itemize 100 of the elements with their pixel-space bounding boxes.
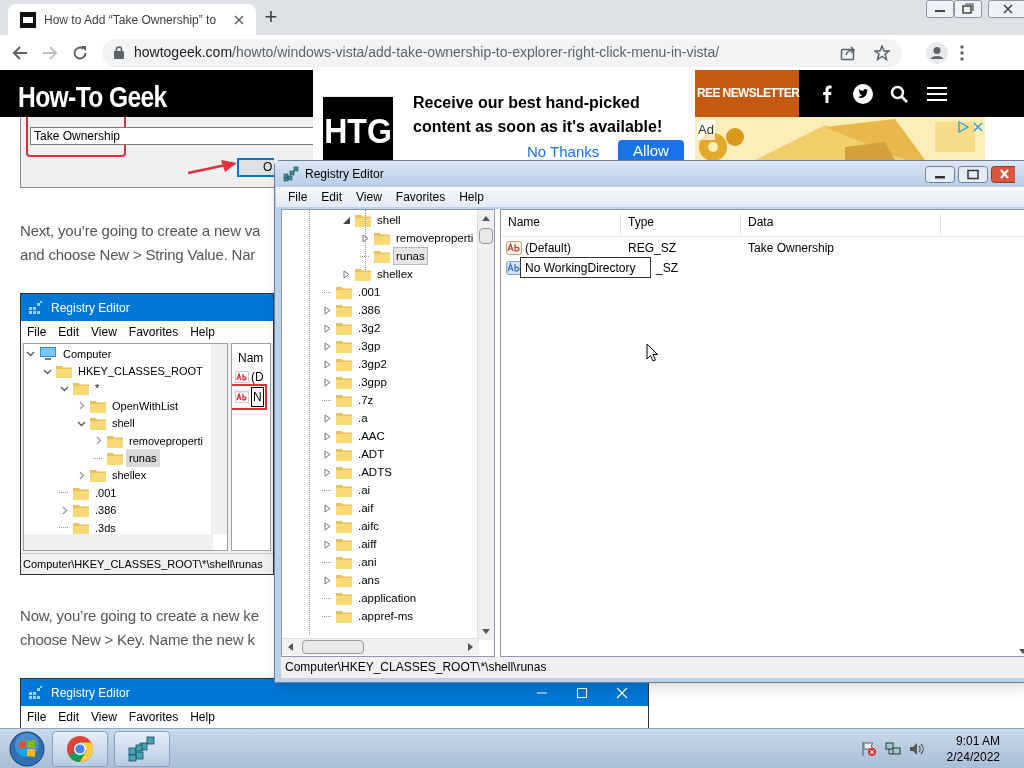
tree-item[interactable]: .7z <box>355 391 377 409</box>
menu-item[interactable]: File <box>27 708 47 726</box>
tree-item[interactable]: OpenWithList <box>109 396 182 415</box>
expand-arrow-icon[interactable] <box>322 449 332 459</box>
menu-item[interactable]: Favorites <box>128 708 179 726</box>
tree-item[interactable]: .ai <box>355 481 374 499</box>
reload-icon[interactable] <box>72 44 88 61</box>
facebook-icon[interactable] <box>822 85 832 103</box>
close-icon[interactable] <box>234 14 244 25</box>
clock[interactable]: 9:01 AM 2/24/2022 <box>946 732 1000 765</box>
tree-item[interactable]: .ADT <box>355 445 388 463</box>
star-icon[interactable] <box>874 44 890 61</box>
menu-item[interactable]: Help <box>190 323 215 341</box>
start-button-icon[interactable] <box>8 729 46 768</box>
expand-arrow-icon[interactable] <box>322 305 332 315</box>
close-icon[interactable] <box>988 0 1024 18</box>
tree-item[interactable]: runas <box>126 449 160 468</box>
menu-item[interactable]: View <box>91 323 117 341</box>
expand-arrow-icon[interactable] <box>322 575 332 585</box>
expand-arrow-icon[interactable] <box>322 431 332 441</box>
restore-icon[interactable] <box>954 0 982 18</box>
tree-item[interactable]: .aifc <box>355 517 383 535</box>
more-icon[interactable] <box>960 44 964 61</box>
tree-item[interactable]: HKEY_CLASSES_ROOT <box>75 362 206 381</box>
scroll-right-icon[interactable] <box>468 643 473 651</box>
tree-item[interactable]: .application <box>355 589 420 607</box>
menu-item[interactable]: File <box>27 323 47 341</box>
menu-item[interactable]: Favorites <box>395 188 446 206</box>
expand-arrow-icon[interactable] <box>341 269 351 279</box>
scrollbar-thumb[interactable] <box>479 228 493 244</box>
menu-item[interactable]: Edit <box>58 708 80 726</box>
scroll-down-icon[interactable] <box>482 629 490 634</box>
new-tab-button[interactable]: + <box>259 5 283 29</box>
scroll-left-icon[interactable] <box>288 643 293 651</box>
expand-arrow-icon[interactable] <box>360 233 370 243</box>
menu-item[interactable]: View <box>91 708 117 726</box>
tree-item[interactable]: .3gp <box>355 337 384 355</box>
tree-item[interactable]: shellex <box>109 466 150 485</box>
minimize-icon[interactable] <box>926 0 954 18</box>
tree-item[interactable]: shellex <box>374 265 416 283</box>
flag-icon[interactable] <box>860 740 877 757</box>
no-thanks-button[interactable]: No Thanks <box>527 143 600 161</box>
expand-arrow-icon[interactable] <box>322 503 332 513</box>
menu-item[interactable]: Edit <box>321 188 343 206</box>
tree-item[interactable]: shell <box>374 211 404 229</box>
collapse-arrow-icon[interactable] <box>341 215 351 225</box>
column-header[interactable]: Type <box>621 213 741 236</box>
taskbar-button[interactable] <box>114 730 170 767</box>
ad-choices-icon[interactable] <box>957 121 969 133</box>
tree-item[interactable]: .3gp2 <box>355 355 390 373</box>
expand-arrow-icon[interactable] <box>322 467 332 477</box>
search-icon[interactable] <box>890 85 908 103</box>
column-header[interactable]: Name <box>501 213 621 236</box>
menu-item[interactable]: View <box>356 188 382 206</box>
rename-field[interactable]: No WorkingDirectory <box>520 257 651 278</box>
tree-item[interactable]: .a <box>355 409 371 427</box>
tree-item[interactable]: * <box>92 379 103 398</box>
allow-button[interactable]: Allow <box>618 140 684 162</box>
tree-item[interactable]: .ans <box>355 571 383 589</box>
tree-item[interactable]: .appref-ms <box>355 607 416 625</box>
tree-item[interactable]: .386 <box>92 501 120 520</box>
tree-item[interactable]: .3g2 <box>355 319 384 337</box>
address-bar[interactable]: howtogeek.com/howto/windows-vista/add-take-ownership-to-explorer-right-click-menu-in-vista/ <box>102 38 902 67</box>
expand-arrow-icon[interactable] <box>322 359 332 369</box>
scrollbar-thumb[interactable] <box>302 640 364 654</box>
tree-item[interactable]: .3ds <box>92 518 119 537</box>
back-icon[interactable] <box>12 44 28 61</box>
maximize-icon[interactable] <box>958 165 988 183</box>
tree-item[interactable]: runas <box>393 247 428 265</box>
expand-arrow-icon[interactable] <box>322 341 332 351</box>
tree-item[interactable]: removeproperti <box>393 229 477 247</box>
minimize-icon[interactable] <box>925 165 955 183</box>
profile-icon[interactable] <box>926 41 948 64</box>
tree-item[interactable]: shell <box>109 414 138 433</box>
menu-item[interactable]: Help <box>459 188 484 206</box>
scroll-up-icon[interactable] <box>482 216 490 221</box>
browser-tab[interactable]: How to Add “Take Ownership” to <box>8 4 256 35</box>
tree-item[interactable]: .aif <box>355 499 377 517</box>
network-icon[interactable] <box>884 740 901 757</box>
expand-arrow-icon[interactable] <box>322 539 332 549</box>
tree-item[interactable]: .3gpp <box>355 373 390 391</box>
expand-arrow-icon[interactable] <box>322 521 332 531</box>
menu-item[interactable]: Edit <box>58 323 80 341</box>
site-logo[interactable]: How-To Geek <box>18 74 167 119</box>
scrollbar[interactable] <box>477 210 494 640</box>
tree-item[interactable]: .001 <box>355 283 384 301</box>
tree-item[interactable]: removeproperti <box>126 431 206 450</box>
menu-icon[interactable] <box>927 86 947 102</box>
tree-item[interactable]: .aiff <box>355 535 380 553</box>
menu-item[interactable]: File <box>288 188 308 206</box>
scrollbar[interactable] <box>282 638 479 655</box>
tree-item[interactable]: .001 <box>92 483 120 502</box>
expand-arrow-icon[interactable] <box>322 323 332 333</box>
twitter-icon[interactable] <box>853 84 873 104</box>
column-header[interactable]: Data <box>741 213 941 236</box>
taskbar-button[interactable] <box>52 730 108 767</box>
tree-item[interactable]: .ani <box>355 553 380 571</box>
share-icon[interactable] <box>840 44 856 61</box>
menu-item[interactable]: Favorites <box>128 323 179 341</box>
expand-arrow-icon[interactable] <box>322 413 332 423</box>
